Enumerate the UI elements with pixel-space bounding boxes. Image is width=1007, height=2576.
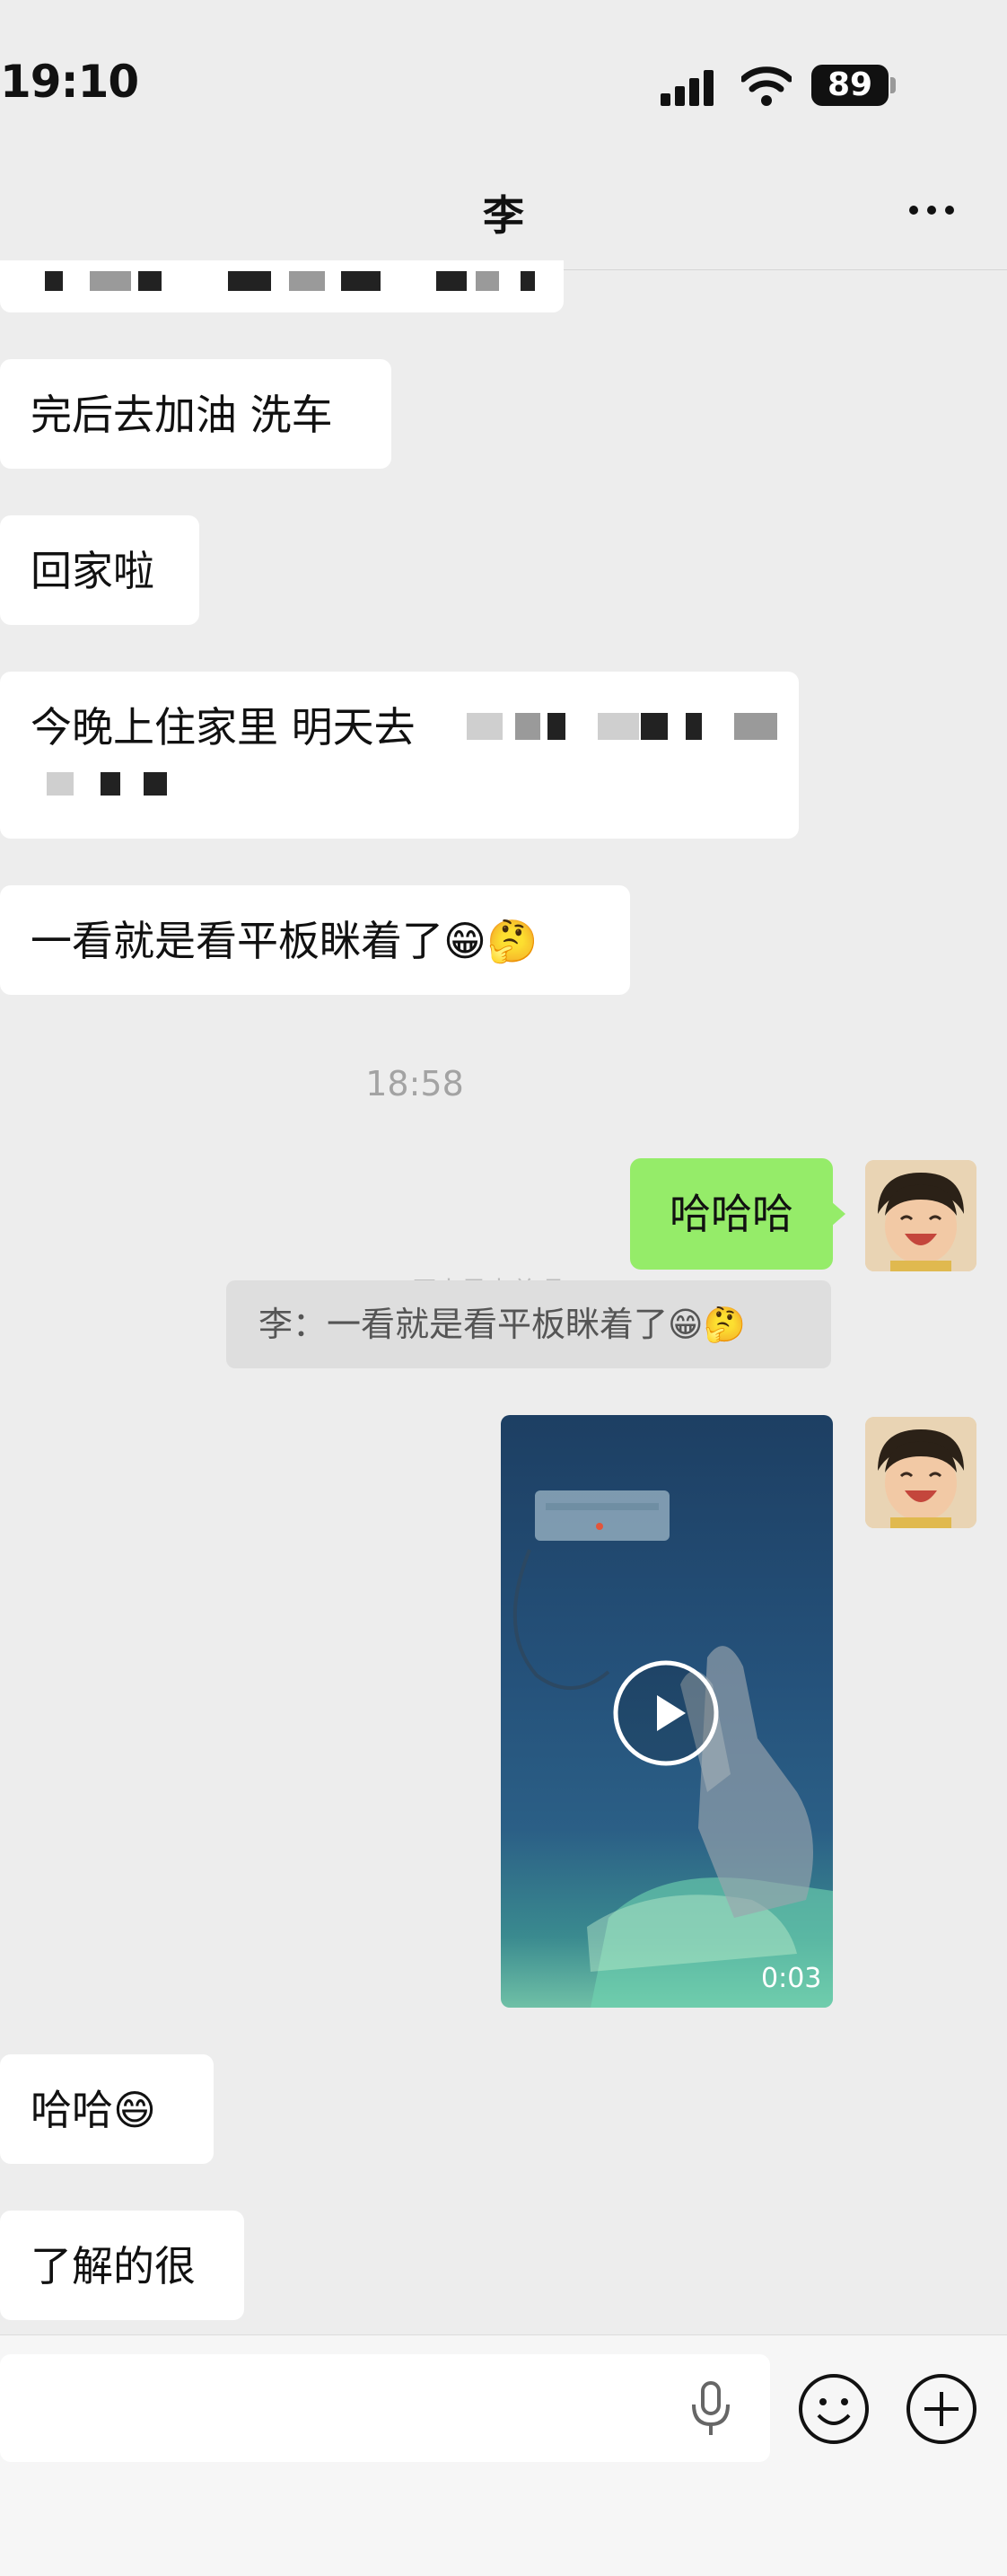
redacted-block (47, 772, 74, 796)
microphone-icon[interactable] (686, 2379, 736, 2439)
message-bubble[interactable]: 一看就是看平板眯着了😁🤔 (0, 885, 630, 995)
more-options-icon[interactable] (905, 192, 959, 228)
battery-indicator: 89 (811, 65, 889, 106)
message-bubble[interactable]: 回家啦 (0, 515, 199, 625)
message-bubble-cut[interactable] (0, 260, 564, 312)
redacted-block (641, 713, 668, 740)
sent-bubble-tail (831, 1201, 845, 1226)
cellular-signal-icon (661, 70, 714, 106)
message-input[interactable] (0, 2354, 770, 2462)
message-bubble[interactable]: 哈哈😄 (0, 2054, 214, 2164)
redacted-block (101, 772, 120, 796)
my-avatar[interactable] (865, 1417, 976, 1528)
my-avatar[interactable] (865, 1160, 976, 1271)
status-time: 19:10 (0, 56, 139, 108)
wifi-icon (741, 66, 792, 106)
sent-message-bubble[interactable]: 哈哈哈 (630, 1158, 833, 1270)
redacted-block (228, 271, 271, 291)
add-icon[interactable] (905, 2372, 978, 2446)
redacted-block (515, 713, 540, 740)
redacted-block (289, 271, 325, 291)
redacted-block (341, 271, 381, 291)
emoji-icon[interactable] (797, 2372, 871, 2446)
redacted-block (547, 713, 565, 740)
play-button-icon[interactable] (612, 1659, 720, 1767)
message-bubble-redacted[interactable]: 今晚上住家里 明天去 (0, 672, 799, 839)
message-bubble[interactable]: 完后去加油 洗车 (0, 359, 391, 469)
message-text: 今晚上住家里 明天去 (31, 703, 416, 752)
redacted-block (144, 772, 167, 796)
redacted-block (686, 713, 702, 740)
redacted-block (90, 271, 131, 291)
redacted-block (138, 271, 162, 291)
chat-title: 李 (483, 191, 524, 240)
redacted-block (436, 271, 467, 291)
redacted-block (521, 271, 535, 291)
video-duration: 0:03 (761, 1963, 822, 1994)
redacted-block (45, 271, 63, 291)
quoted-message[interactable]: 李：一看就是看平板眯着了😁🤔 (226, 1280, 831, 1368)
redacted-block (598, 713, 639, 740)
message-timestamp: 18:58 (365, 1064, 464, 1103)
redacted-block (467, 713, 503, 740)
redacted-block (734, 713, 777, 740)
redacted-block (476, 271, 499, 291)
message-bubble[interactable]: 了解的很 (0, 2211, 244, 2320)
battery-nub (890, 77, 896, 93)
